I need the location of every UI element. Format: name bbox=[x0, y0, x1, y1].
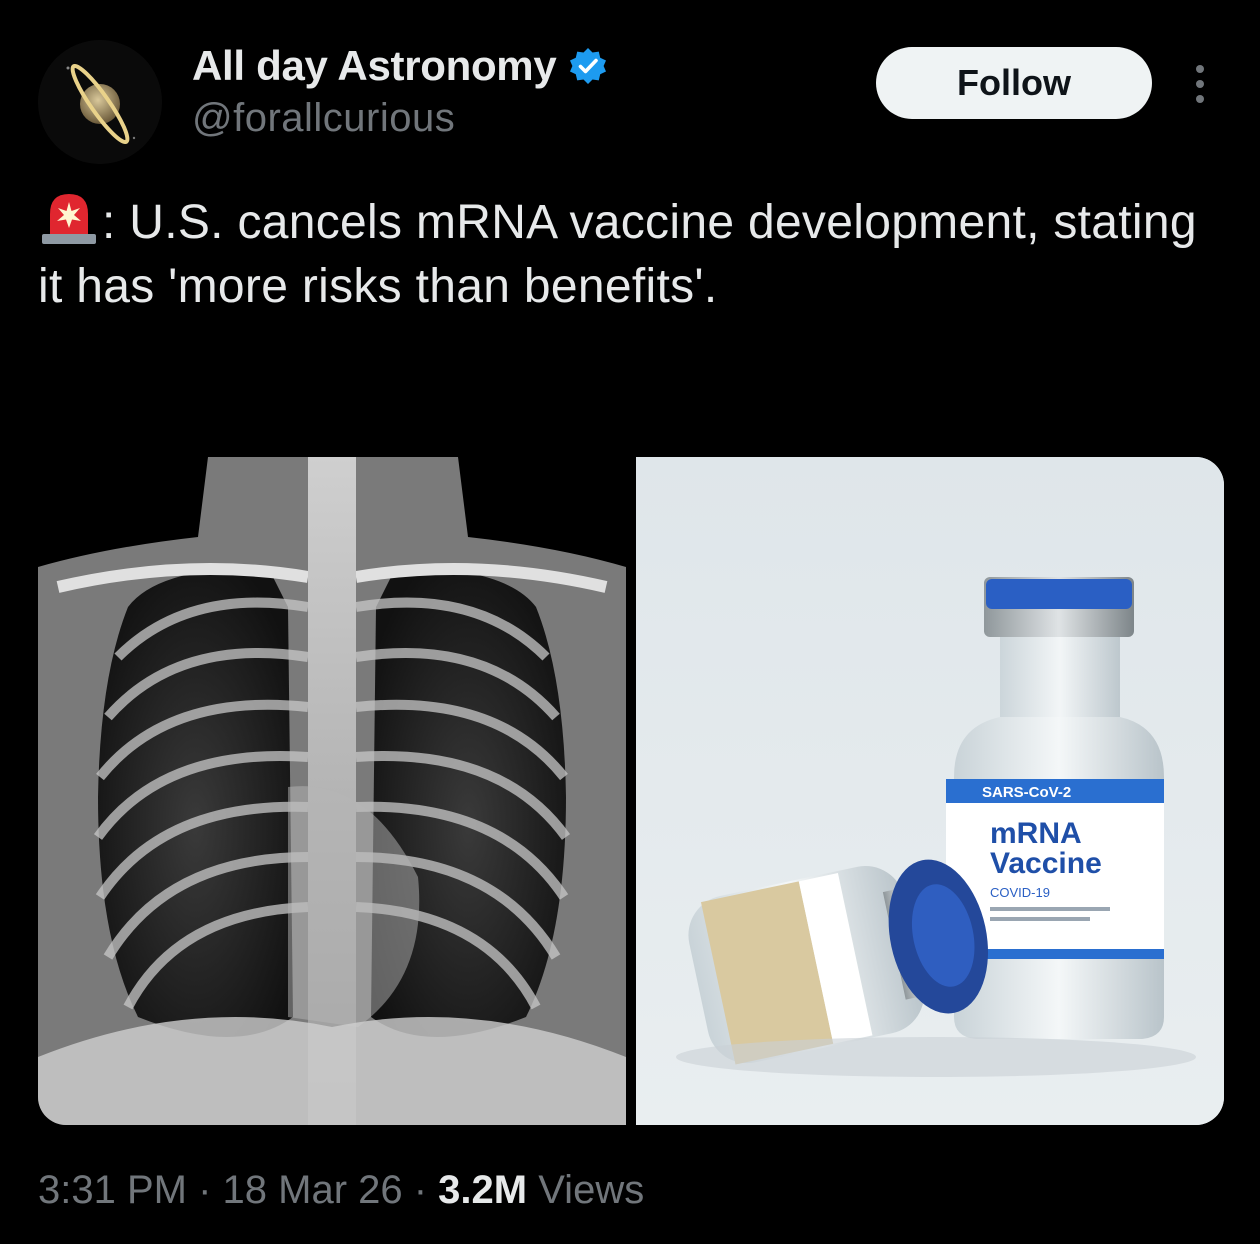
meta-separator: · bbox=[402, 1168, 439, 1212]
more-options-button[interactable] bbox=[1180, 56, 1220, 112]
vaccine-vials-illustration: SARS-CoV-2 mRNA Vaccine COVID-19 bbox=[636, 457, 1224, 1125]
tweet-date[interactable]: 18 Mar 26 bbox=[223, 1168, 403, 1213]
chest-xray-illustration bbox=[38, 457, 626, 1125]
author-name-row: All day Astronomy bbox=[192, 38, 608, 94]
vial-label-line2: Vaccine bbox=[990, 847, 1102, 880]
mrna-vaccine-image[interactable]: SARS-CoV-2 mRNA Vaccine COVID-19 bbox=[636, 457, 1224, 1125]
author-handle[interactable]: @forallcurious bbox=[192, 96, 455, 141]
author-display-name[interactable]: All day Astronomy bbox=[192, 42, 557, 90]
tweet-media[interactable]: SARS-CoV-2 mRNA Vaccine COVID-19 bbox=[38, 457, 1224, 1125]
more-dots-icon bbox=[1196, 65, 1204, 73]
meta-separator: · bbox=[186, 1168, 223, 1212]
views-count[interactable]: 3.2M bbox=[438, 1168, 527, 1213]
vial-label-sub: COVID-19 bbox=[990, 885, 1050, 900]
follow-button[interactable]: Follow bbox=[876, 47, 1152, 119]
vial-label-top: SARS-CoV-2 bbox=[982, 784, 1071, 801]
tweet-body: : U.S. cancels mRNA vaccine development,… bbox=[38, 196, 1197, 313]
vial-label-line1: mRNA bbox=[990, 817, 1082, 850]
saturn-icon bbox=[38, 40, 162, 164]
views-label: Views bbox=[527, 1168, 645, 1212]
police-siren-icon bbox=[42, 194, 96, 244]
tweet-text: : U.S. cancels mRNA vaccine development,… bbox=[38, 188, 1228, 319]
avatar[interactable] bbox=[38, 40, 162, 164]
tweet-meta: 3:31 PM · 18 Mar 26 · 3.2M Views bbox=[38, 1168, 644, 1213]
chest-xray-image[interactable] bbox=[38, 457, 626, 1125]
tweet-time[interactable]: 3:31 PM bbox=[38, 1168, 187, 1213]
verified-badge-icon bbox=[570, 48, 607, 84]
